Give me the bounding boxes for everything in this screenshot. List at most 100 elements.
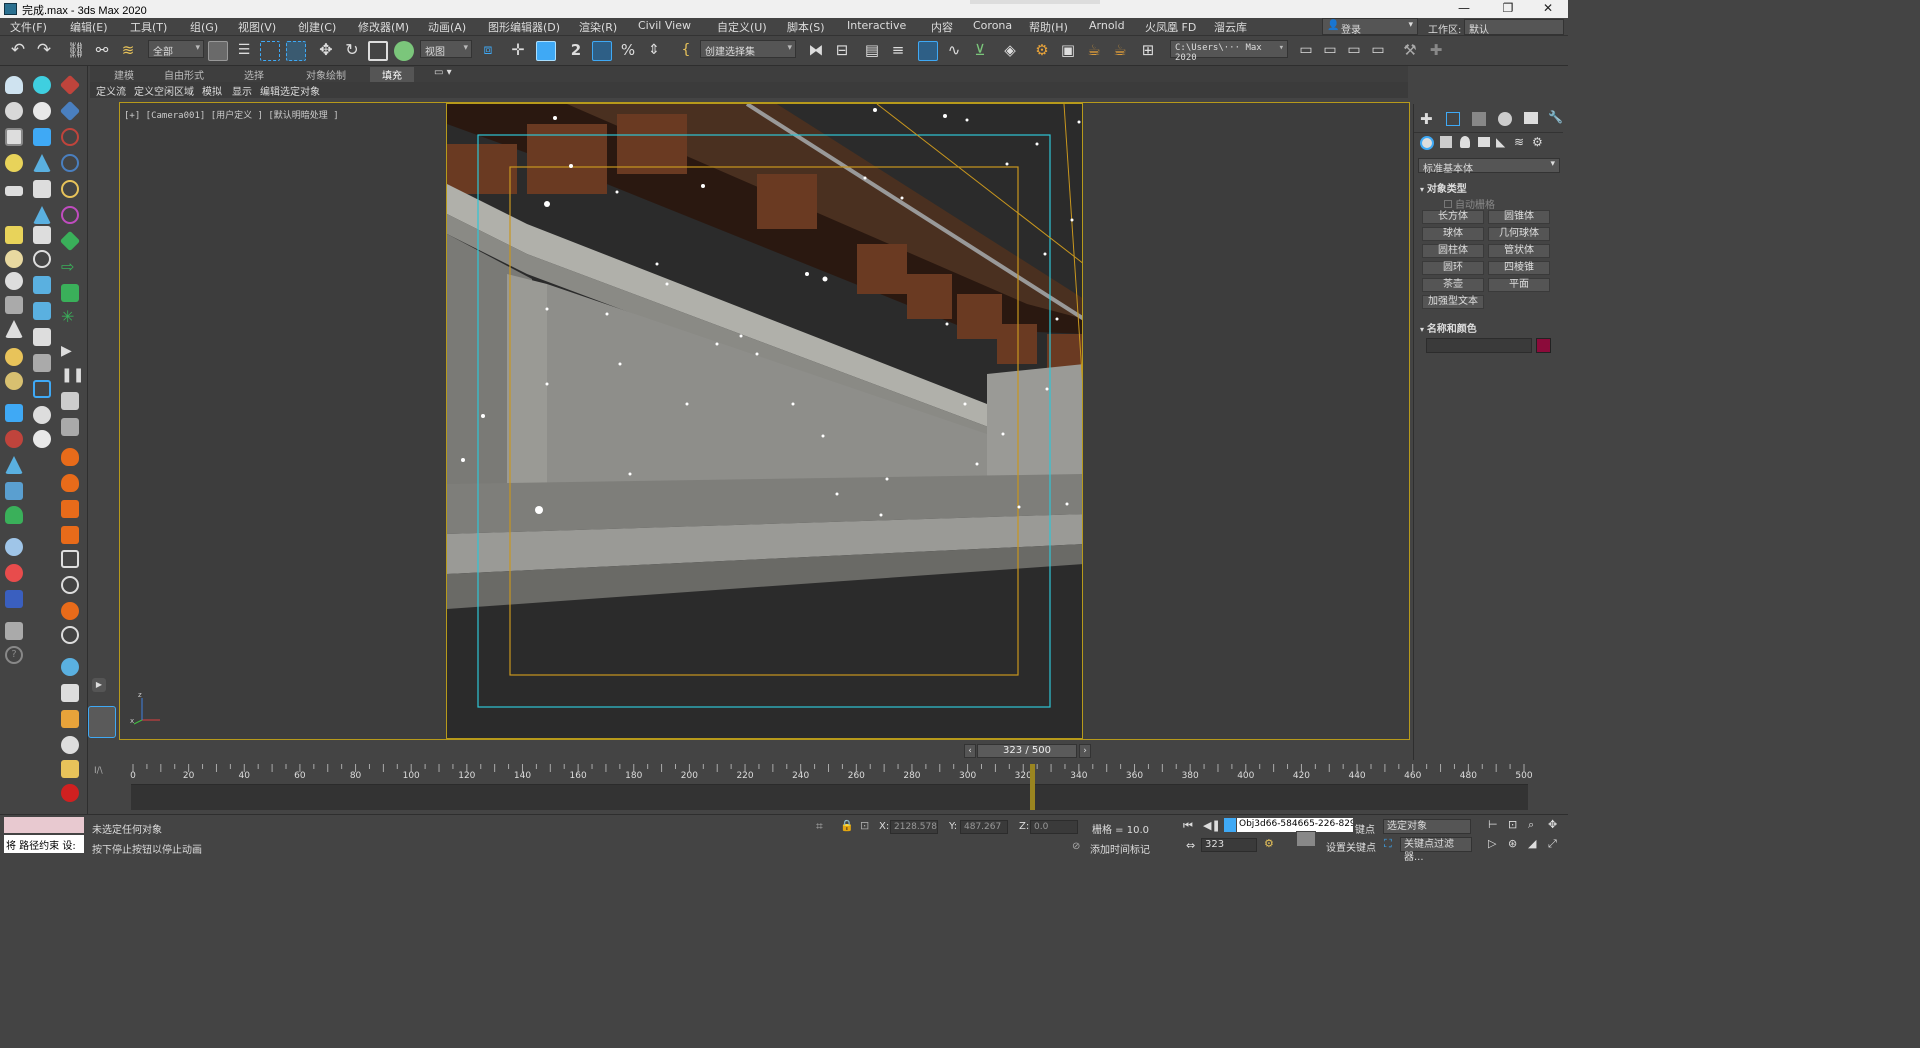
menu-scripting[interactable]: 脚本(S)	[787, 19, 825, 35]
isolate-icon[interactable]: ⌗	[816, 819, 823, 834]
tab-freeform[interactable]: 自由形式	[164, 67, 204, 82]
ring-icon[interactable]	[61, 206, 79, 224]
category-dropdown[interactable]: 标准基本体 ▾	[1418, 158, 1560, 175]
menu-create[interactable]: 创建(C)	[298, 19, 336, 35]
teapot-icon[interactable]	[33, 406, 51, 424]
spiral-icon[interactable]	[61, 180, 79, 198]
document-icon[interactable]	[33, 226, 51, 244]
display-button[interactable]: 显示	[232, 83, 252, 98]
percent-snap-icon[interactable]: %	[618, 41, 638, 61]
tube-button[interactable]: 管状体	[1488, 244, 1550, 258]
tab-object-paint[interactable]: 对象绘制	[306, 67, 346, 82]
monitor-icon[interactable]	[33, 380, 51, 398]
drop-icon[interactable]	[61, 154, 79, 172]
motion-tab-icon[interactable]	[1498, 112, 1512, 126]
shapes-icon[interactable]	[1440, 136, 1452, 148]
plane-button[interactable]: 平面	[1488, 278, 1550, 292]
fire-icon[interactable]	[61, 448, 79, 466]
geosphere-button[interactable]: 几何球体	[1488, 227, 1550, 241]
time-slider[interactable]: 323 / 500	[977, 744, 1077, 758]
viewport-layout-4-icon[interactable]: ▭	[1368, 41, 1388, 61]
list-icon[interactable]	[33, 180, 51, 198]
object-type-rollout[interactable]: ▾ 对象类型	[1420, 180, 1467, 195]
pause-icon[interactable]: ❚❚	[61, 366, 84, 384]
cup-icon[interactable]	[61, 710, 79, 728]
bulb-icon[interactable]	[33, 430, 51, 448]
frame-icon[interactable]	[5, 128, 23, 146]
pivot-center-icon[interactable]: ⧈	[478, 41, 498, 61]
trash-icon[interactable]	[61, 418, 79, 436]
helpers-icon[interactable]: ◣	[1496, 135, 1505, 149]
menu-civil-view[interactable]: Civil View	[638, 19, 691, 32]
sun-icon[interactable]	[33, 102, 51, 120]
gear-icon[interactable]	[5, 482, 23, 500]
redo-icon[interactable]: ↷	[34, 41, 54, 61]
cone-icon[interactable]	[5, 320, 23, 338]
menu-interactive[interactable]: Interactive	[847, 19, 906, 32]
viewport-label[interactable]: [+] [Camera001] [用户定义 ] [默认明暗处理 ]	[124, 108, 339, 121]
viewport-layout-2-icon[interactable]: ▭	[1320, 41, 1340, 61]
hierarchy-tab-icon[interactable]	[1472, 112, 1486, 126]
move-icon[interactable]: ✥	[316, 41, 336, 61]
named-selection-dropdown[interactable]: 创建选择集	[700, 40, 796, 58]
scale-icon[interactable]	[368, 41, 388, 61]
previous-frame-icon[interactable]: ◀❚	[1203, 819, 1221, 832]
z-coordinate-field[interactable]: 0.0	[1030, 820, 1078, 834]
maxscript-mini-listener[interactable]	[4, 817, 84, 833]
tool-icon[interactable]	[33, 354, 51, 372]
placement-icon[interactable]	[394, 41, 414, 61]
edit-selected-button[interactable]: 编辑选定对象	[260, 83, 320, 98]
refresh-icon[interactable]	[33, 250, 51, 268]
object-color-swatch[interactable]	[1536, 338, 1551, 353]
rectangular-selection-icon[interactable]	[260, 41, 280, 61]
menu-modifiers[interactable]: 修改器(M)	[358, 19, 409, 35]
help-icon[interactable]: ?	[5, 646, 23, 664]
modify-tab-icon[interactable]	[1446, 112, 1460, 126]
unlink-icon[interactable]: ⚯	[92, 41, 112, 61]
sky-icon[interactable]	[5, 102, 23, 120]
spacewarps-icon[interactable]: ≋	[1514, 135, 1524, 149]
auto-key-label[interactable]: 键点	[1355, 821, 1375, 836]
current-frame-marker[interactable]	[1029, 764, 1035, 810]
zoom-icon[interactable]: ⌕	[1528, 818, 1534, 832]
rendered-frame-window-icon[interactable]: ▣	[1058, 41, 1078, 61]
sphere-button[interactable]: 球体	[1422, 227, 1484, 241]
pyramid-button[interactable]: 四棱锥	[1488, 261, 1550, 275]
menu-file[interactable]: 文件(F)	[10, 19, 47, 35]
maximize-viewport-icon[interactable]: ⤢	[1548, 837, 1557, 851]
cloud-icon[interactable]	[5, 76, 23, 94]
menu-group[interactable]: 组(G)	[190, 19, 218, 35]
water-ball-icon[interactable]	[5, 538, 23, 556]
ribbon-options-icon[interactable]: ▭ ▾	[434, 67, 452, 78]
window-crossing-icon[interactable]	[286, 41, 306, 61]
brush-icon[interactable]: ⚒	[1400, 41, 1420, 61]
menu-animation[interactable]: 动画(A)	[428, 19, 466, 35]
absolute-mode-icon[interactable]: ⊡	[860, 819, 869, 832]
go-to-start-icon[interactable]: ⏮	[1183, 819, 1193, 833]
menu-customize[interactable]: 自定义(U)	[717, 19, 767, 35]
select-by-name-icon[interactable]: ☰	[234, 41, 254, 61]
render-iterative-icon[interactable]: ☕	[1110, 41, 1130, 61]
play-icon[interactable]: ▷	[1488, 837, 1496, 850]
set-key-button[interactable]	[1296, 831, 1316, 847]
teapot-button[interactable]: 茶壶	[1422, 278, 1484, 292]
time-configuration-icon[interactable]: ⚙	[1264, 837, 1274, 850]
menu-phoenix-fd[interactable]: 火凤凰 FD	[1145, 19, 1196, 35]
render-production-icon[interactable]: ☕	[1084, 41, 1104, 61]
curve-editor-icon[interactable]: ∿	[944, 41, 964, 61]
light-icon[interactable]	[5, 154, 23, 172]
create-tab-icon[interactable]: ✚	[1420, 110, 1433, 128]
maximize-button[interactable]: ❐	[1488, 0, 1528, 18]
pine-icon[interactable]	[33, 206, 51, 224]
angle-snap-icon[interactable]	[592, 41, 612, 61]
keyboard-shortcut-override-icon[interactable]	[536, 41, 556, 61]
set-key-label[interactable]: 设置关键点	[1326, 839, 1376, 854]
menu-edit[interactable]: 编辑(E)	[70, 19, 108, 35]
camera-icon[interactable]	[33, 128, 51, 146]
box-yellow-icon[interactable]	[5, 226, 23, 244]
prev-frame-button[interactable]: ‹	[964, 744, 976, 758]
schematic-view-icon[interactable]: ⊻	[970, 41, 990, 61]
add-time-tag[interactable]: 添加时间标记	[1090, 841, 1150, 856]
cube-red-icon[interactable]	[59, 74, 81, 96]
x-coordinate-field[interactable]: 2128.578	[890, 820, 938, 834]
